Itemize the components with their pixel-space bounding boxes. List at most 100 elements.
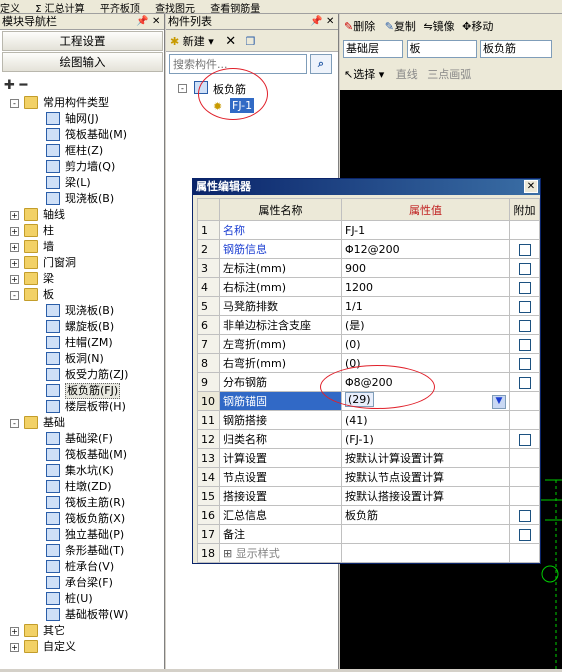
property-value-cell[interactable]: 900 [341, 258, 510, 278]
property-row[interactable]: 13 计算设置 按默认计算设置计算 [197, 448, 540, 468]
expand-icon[interactable]: + [10, 627, 19, 636]
copy-button[interactable]: 复制 [394, 20, 416, 33]
tree-node[interactable]: - 常用构件类型 [0, 95, 163, 111]
subtype-select[interactable]: 板负筋 [480, 40, 552, 58]
attach-checkbox[interactable] [518, 338, 531, 351]
property-value-cell[interactable]: 1200 [341, 277, 510, 297]
close-icon[interactable]: ✕ [326, 14, 334, 29]
tree-node[interactable]: 筏板负筋(X) [0, 511, 163, 527]
select-button[interactable]: 选择 [353, 68, 375, 81]
property-value-cell[interactable]: (是) [341, 315, 510, 335]
expand-icon[interactable]: + [10, 643, 19, 652]
tree-node[interactable]: - 基础 [0, 415, 163, 431]
tree-node[interactable]: 柱帽(ZM) [0, 335, 163, 351]
tree-node[interactable]: + 自定义 [0, 639, 163, 655]
property-row[interactable]: 2 钢筋信息 Φ12@200 [197, 239, 540, 259]
property-row[interactable]: 1 名称 FJ-1 [197, 220, 540, 240]
attach-checkbox[interactable] [518, 281, 531, 294]
expand-all-icon[interactable]: ✚ [4, 78, 15, 93]
tree-node[interactable]: + 其它 [0, 623, 163, 639]
property-value-cell[interactable]: 1/1 [341, 296, 510, 316]
top-item[interactable]: 查找图元 [155, 4, 195, 13]
attach-checkbox[interactable] [518, 319, 531, 332]
new-button[interactable]: 新建 [183, 35, 205, 48]
tree-node[interactable]: 桩承台(V) [0, 559, 163, 575]
mirror-button[interactable]: 镜像 [433, 20, 455, 33]
property-value-cell[interactable]: FJ-1 [341, 220, 510, 240]
tree-node[interactable]: + 墙 [0, 239, 163, 255]
tree-node[interactable]: 筏板主筋(R) [0, 495, 163, 511]
property-row[interactable]: 18 ⊞ 显示样式 [197, 543, 540, 563]
attach-checkbox[interactable] [518, 243, 531, 256]
property-row[interactable]: 3 左标注(mm) 900 [197, 258, 540, 278]
tree-node[interactable]: 板负筋(FJ) [0, 383, 163, 399]
property-row[interactable]: 7 左弯折(mm) (0) [197, 334, 540, 354]
tree-node[interactable]: 现浇板(B) [0, 303, 163, 319]
tree-node[interactable]: 剪力墙(Q) [0, 159, 163, 175]
expand-icon[interactable]: + [10, 243, 19, 252]
tree-node[interactable]: 桩(U) [0, 591, 163, 607]
tree-node[interactable]: + 梁 [0, 271, 163, 287]
expand-icon[interactable]: + [10, 227, 19, 236]
property-value-cell[interactable]: (0) [341, 334, 510, 354]
close-icon[interactable]: ✕ [524, 180, 538, 193]
attach-checkbox[interactable] [518, 262, 531, 275]
close-icon[interactable]: ✕ [152, 14, 160, 29]
attach-checkbox[interactable] [518, 433, 531, 446]
top-item[interactable]: 查看钢筋量 [210, 4, 260, 13]
property-value-cell[interactable] [341, 543, 510, 563]
collapse-icon[interactable]: - [178, 84, 187, 93]
search-icon[interactable]: ⌕ [310, 54, 332, 74]
property-value-cell[interactable] [341, 524, 510, 544]
tree-node[interactable]: 独立基础(P) [0, 527, 163, 543]
property-row[interactable]: 6 非单边标注含支座 (是) [197, 315, 540, 335]
expand-icon[interactable]: + [10, 275, 19, 284]
tree-node[interactable]: 筏板基础(M) [0, 447, 163, 463]
tree-node[interactable]: 楼层板带(H) [0, 399, 163, 415]
property-value-cell[interactable]: (41) [341, 410, 510, 430]
type-select[interactable]: 板 [406, 40, 477, 58]
attach-checkbox[interactable] [518, 509, 531, 522]
property-row[interactable]: 14 节点设置 按默认节点设置计算 [197, 467, 540, 487]
tree-node[interactable]: 板洞(N) [0, 351, 163, 367]
tree-node[interactable]: 集水坑(K) [0, 463, 163, 479]
collapse-icon[interactable]: - [10, 99, 19, 108]
attach-checkbox[interactable] [518, 300, 531, 313]
tree-node[interactable]: + 门窗洞 [0, 255, 163, 271]
property-value-cell[interactable]: 按默认节点设置计算 [341, 467, 510, 487]
tree-node[interactable]: 基础板带(W) [0, 607, 163, 623]
tree-node[interactable]: 板受力筋(ZJ) [0, 367, 163, 383]
tree-node[interactable]: 承台梁(F) [0, 575, 163, 591]
drawing-input-button[interactable]: 绘图输入 [2, 52, 163, 72]
top-item[interactable]: 定义 [0, 4, 20, 13]
expand-icon[interactable]: + [10, 211, 19, 220]
property-value-cell[interactable]: Φ12@200 [341, 239, 510, 259]
delete-button[interactable]: 删除 [353, 20, 375, 33]
expand-icon[interactable]: ⊞ [223, 547, 236, 560]
property-value-cell[interactable]: (FJ-1) [341, 429, 510, 449]
collapse-icon[interactable]: - [10, 291, 19, 300]
tree-node[interactable]: 轴网(J) [0, 111, 163, 127]
collapse-all-icon[interactable]: ━ [19, 78, 27, 93]
property-row[interactable]: 5 马凳筋排数 1/1 [197, 296, 540, 316]
property-row[interactable]: 11 钢筋搭接 (41) [197, 410, 540, 430]
delete-icon[interactable]: ✕ [225, 34, 236, 49]
arc-button[interactable]: 三点画弧 [427, 68, 471, 81]
property-row[interactable]: 16 汇总信息 板负筋 [197, 505, 540, 525]
project-settings-button[interactable]: 工程设置 [2, 31, 163, 51]
property-row[interactable]: 4 右标注(mm) 1200 [197, 277, 540, 297]
tree-node[interactable]: 条形基础(T) [0, 543, 163, 559]
property-row[interactable]: 12 归类名称 (FJ-1) [197, 429, 540, 449]
property-row[interactable]: 15 搭接设置 按默认搭接设置计算 [197, 486, 540, 506]
tree-node[interactable]: 筏板基础(M) [0, 127, 163, 143]
dropdown-arrow-icon[interactable]: ▼ [492, 395, 506, 409]
tree-node[interactable]: 基础梁(F) [0, 431, 163, 447]
attach-checkbox[interactable] [518, 376, 531, 389]
tree-node[interactable]: 柱墩(ZD) [0, 479, 163, 495]
top-item[interactable]: Σ 汇总计算 [35, 4, 85, 13]
tree-node[interactable]: 现浇板(B) [0, 191, 163, 207]
move-button[interactable]: 移动 [471, 20, 493, 33]
line-button[interactable]: 直线 [396, 68, 418, 81]
property-value-cell[interactable]: 按默认搭接设置计算 [341, 486, 510, 506]
collapse-icon[interactable]: - [10, 419, 19, 428]
